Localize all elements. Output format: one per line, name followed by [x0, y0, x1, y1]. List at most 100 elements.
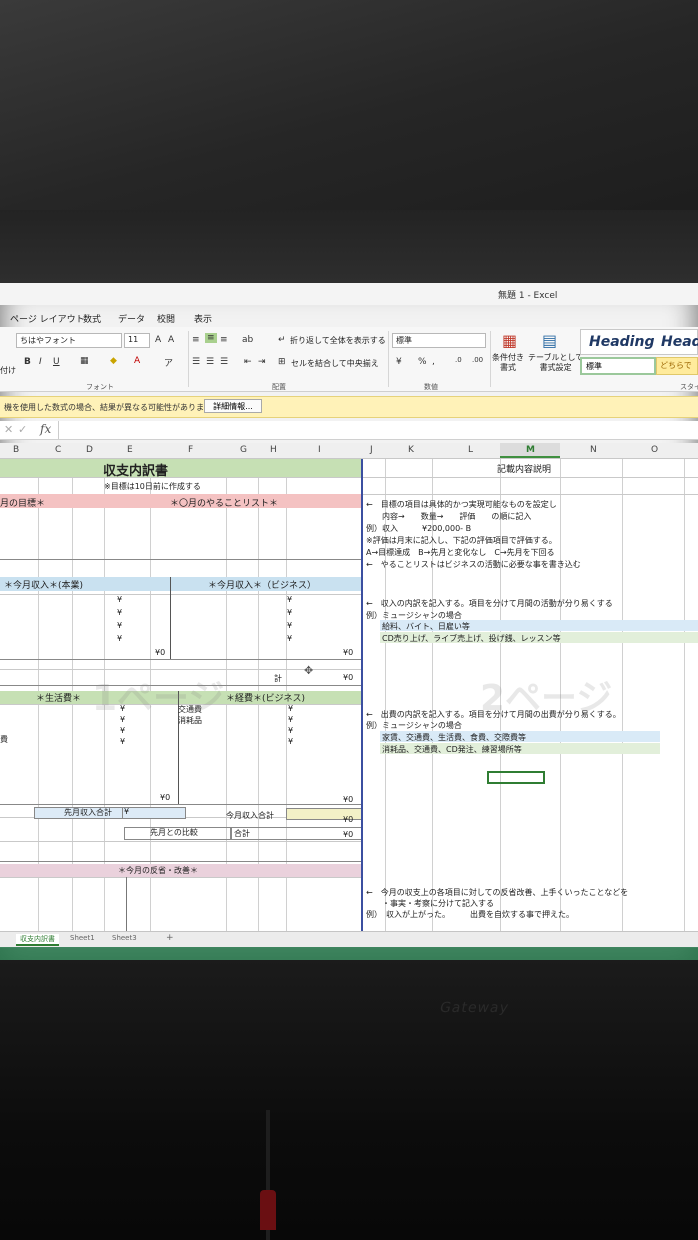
goal-desc-4: ※評価は月末に記入し、下記の評価項目で評価する。 — [366, 536, 557, 545]
col-d[interactable]: D — [86, 445, 93, 455]
paste-label[interactable]: 付け — [0, 365, 16, 376]
col-c[interactable]: C — [55, 445, 61, 455]
style-neutral[interactable]: どちらで — [656, 357, 698, 375]
indent-increase-icon[interactable]: ⇥ — [258, 357, 266, 367]
sheet-tab-sheet1[interactable]: Sheet1 — [70, 934, 95, 942]
phonetic-icon[interactable]: ア — [164, 356, 173, 369]
percent-icon[interactable]: % — [418, 357, 427, 367]
font-group-label: フォント — [86, 383, 114, 391]
compare-value: ¥0 — [343, 830, 354, 839]
income-desc-1: ← 収入の内訳を記入する。項目を分けて月間の活動が分り易くする — [366, 599, 613, 608]
format-table-icon[interactable]: ▤ — [542, 331, 557, 350]
biz-yen-2: ¥ — [288, 715, 294, 724]
style-normal[interactable]: 標準 — [580, 357, 656, 375]
separator — [490, 331, 491, 387]
align-top-icon[interactable]: ≡ — [192, 335, 200, 345]
comma-icon[interactable]: , — [432, 357, 435, 367]
todo-header: ＊〇月のやることリスト＊ — [170, 499, 279, 509]
col-o[interactable]: O — [651, 445, 658, 455]
col-f[interactable]: F — [188, 445, 193, 455]
merge-center-button[interactable]: セルを結合して中央揃え — [291, 358, 379, 369]
biz-subtotal: ¥0 — [343, 795, 354, 804]
formula-bar[interactable]: ✕ ✓ fx — [0, 421, 698, 440]
expense-desc-2: 例）ミュージシャンの場合 — [366, 721, 462, 730]
col-n[interactable]: N — [590, 445, 597, 455]
col-h[interactable]: H — [270, 445, 277, 455]
income-biz-header: ＊今月収入＊（ビジネス） — [208, 581, 317, 591]
compare-prev-label: 先月との比較 — [150, 828, 198, 837]
align-left-icon[interactable]: ☰ — [192, 357, 200, 367]
cancel-icon[interactable]: ✕ — [4, 423, 13, 436]
decrease-font-icon[interactable]: A — [168, 335, 174, 345]
insert-function-icon[interactable]: fx — [40, 422, 51, 436]
font-size-select[interactable]: 11 — [124, 333, 150, 348]
col-j[interactable]: J — [370, 445, 373, 455]
col-m[interactable]: M — [526, 445, 535, 455]
details-button[interactable]: 詳細情報... — [204, 399, 262, 413]
tab-view[interactable]: 表示 — [194, 312, 212, 325]
formula-divider — [58, 421, 59, 439]
align-middle-icon[interactable]: ≡ — [205, 333, 217, 343]
underline-icon[interactable]: U — [53, 357, 60, 367]
style-heading-2-label: Head — [661, 334, 698, 350]
monitor-screen: 無題 1 - Excel ページ レイアウト 数式 データ 校閲 表示 付け ち… — [0, 283, 698, 963]
sheet-tab-sheet3[interactable]: Sheet3 — [112, 934, 137, 942]
italic-icon[interactable]: I — [39, 357, 42, 367]
col-i[interactable]: I — [318, 445, 321, 455]
income-biz-yen-4: ¥ — [287, 634, 293, 643]
active-cell-selection[interactable] — [487, 771, 545, 784]
wrap-text-icon[interactable]: ↵ — [278, 335, 286, 345]
goal-desc-6: ← やることリストはビジネスの活動に必要な事を書き込む — [366, 560, 581, 569]
wrap-text-button[interactable]: 折り返して全体を表示する — [290, 335, 386, 346]
expense-desc-3: 家賃、交通費、生活費、食費、交際費等 — [382, 733, 526, 742]
income-main-subtotal: ¥0 — [155, 648, 166, 657]
border-icon[interactable]: ▦ — [80, 356, 89, 366]
prev-income-value-box[interactable] — [122, 807, 186, 819]
description-title: 記載内容説明 — [497, 465, 552, 475]
merge-icon[interactable]: ⊞ — [278, 357, 286, 367]
number-format-select[interactable]: 標準 — [392, 333, 486, 348]
increase-decimal-icon[interactable]: .0 — [455, 356, 462, 364]
reflection-desc-1: ← 今月の収支上の各項目に対しての反省改善、上手くいったことなどを — [366, 888, 629, 897]
col-k[interactable]: K — [408, 445, 414, 455]
conditional-format-icon[interactable]: ▦ — [502, 331, 517, 350]
currency-icon[interactable]: ¥ — [396, 357, 402, 367]
increase-font-icon[interactable]: A — [155, 335, 161, 345]
conditional-format-button[interactable]: 条件付き 書式 — [492, 353, 524, 373]
tab-review[interactable]: 校閲 — [157, 312, 175, 325]
align-center-icon[interactable]: ☰ — [206, 357, 214, 367]
col-e[interactable]: E — [127, 445, 133, 455]
tab-formulas[interactable]: 数式 — [83, 312, 101, 325]
sheet-tab-active[interactable]: 収支内訳書 — [16, 934, 59, 946]
style-heading-1[interactable]: Heading Head — [580, 329, 698, 355]
font-color-icon[interactable]: A — [134, 356, 140, 366]
expense-desc-4: 消耗品、交通費、CD発注、練習場所等 — [382, 745, 522, 754]
font-name-select[interactable]: ちはやフォント — [16, 333, 122, 348]
align-bottom-icon[interactable]: ≡ — [220, 335, 228, 345]
format-as-table-button[interactable]: テーブルとして 書式設定 — [528, 353, 583, 373]
goal-header: 月の目標＊ — [0, 499, 46, 509]
income-biz-yen-3: ¥ — [287, 621, 293, 630]
goal-desc-1: ← 目標の項目は具体的かつ実現可能なものを設定し — [366, 500, 557, 509]
fill-color-icon[interactable]: ◆ — [110, 356, 117, 366]
worksheet-grid[interactable]: 収支内訳書 ※目標は10日前に作成する 月の目標＊ ＊〇月のやることリスト＊ ＊… — [0, 459, 698, 931]
biz-cost-header: ＊経費＊(ビジネス) — [226, 694, 306, 704]
this-income-total-label: 今月収入合計 — [226, 811, 274, 820]
income-desc-3: 給料、バイト、日雇い等 — [382, 622, 470, 631]
col-b[interactable]: B — [13, 445, 19, 455]
tab-data[interactable]: データ — [118, 312, 145, 325]
col-g[interactable]: G — [240, 445, 247, 455]
orientation-icon[interactable]: ab — [242, 335, 253, 345]
col-l[interactable]: L — [468, 445, 473, 455]
enter-icon[interactable]: ✓ — [18, 423, 27, 436]
decrease-decimal-icon[interactable]: .00 — [472, 356, 483, 364]
goal-note: ※目標は10日前に作成する — [104, 482, 201, 491]
monitor-brand-logo: Gateway — [438, 1000, 511, 1016]
align-right-icon[interactable]: ☰ — [220, 357, 228, 367]
indent-decrease-icon[interactable]: ⇤ — [244, 357, 252, 367]
income-biz-subtotal: ¥0 — [343, 648, 354, 657]
tab-page-layout[interactable]: ページ レイアウト — [10, 312, 85, 325]
bold-icon[interactable]: B — [24, 357, 31, 367]
reflection-divider — [126, 877, 127, 931]
add-sheet-button[interactable]: + — [166, 933, 174, 943]
